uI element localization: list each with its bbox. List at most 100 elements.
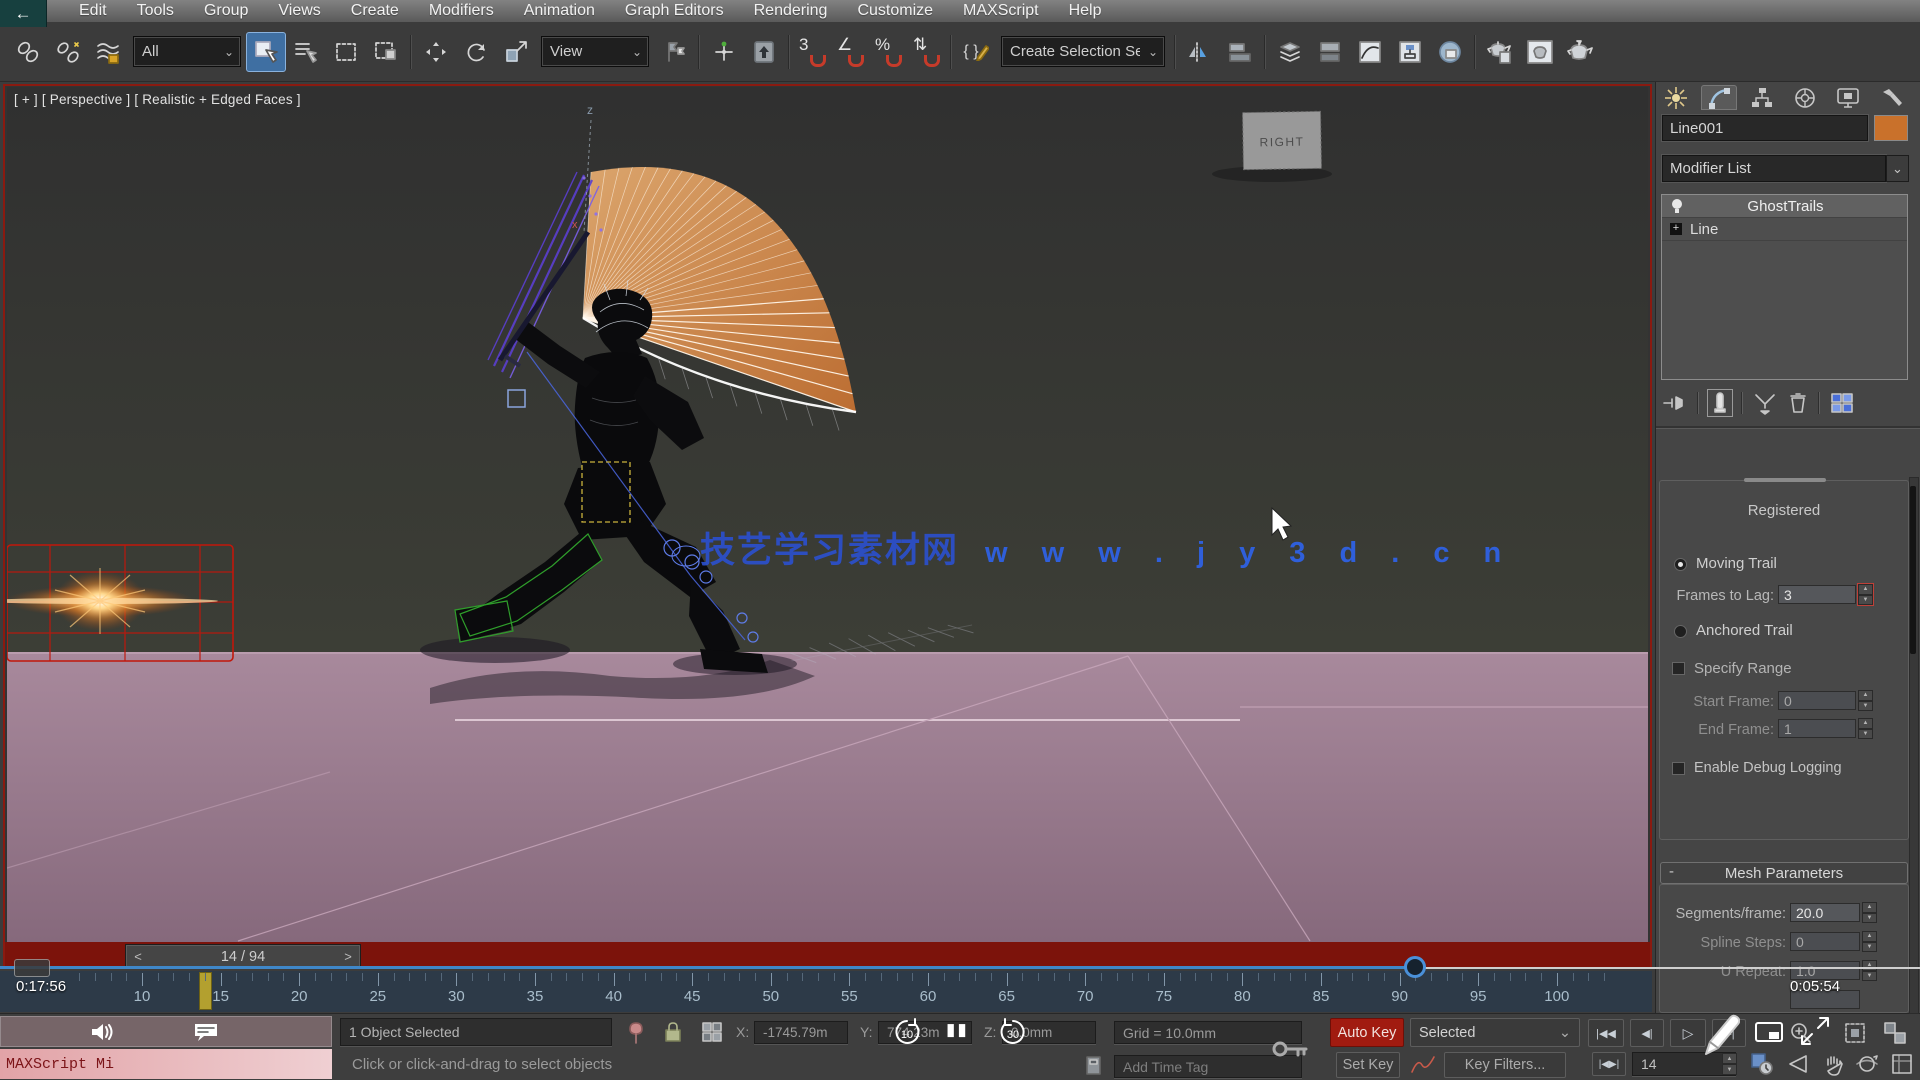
spinner-down[interactable]: ▼ (1862, 971, 1877, 982)
orbit-icon[interactable] (1854, 1052, 1880, 1080)
frames-to-lag-field[interactable]: 3 (1778, 585, 1856, 604)
render-production-icon[interactable] (1560, 32, 1600, 72)
spinner-down[interactable]: ▼ (1862, 913, 1877, 924)
stack-item-ghosttrails[interactable]: GhostTrails (1662, 195, 1907, 218)
pause-icon[interactable]: ▮▮ (946, 1020, 969, 1040)
curve-editor-icon[interactable] (1350, 32, 1390, 72)
moving-trail-label[interactable]: Moving Trail (1696, 555, 1777, 572)
go-to-start-button[interactable]: |◀◀ (1588, 1019, 1624, 1047)
x-coordinate-field[interactable]: -1745.79m (754, 1021, 848, 1044)
spinner-down[interactable]: ▼ (1858, 701, 1873, 712)
pip-icon[interactable] (1754, 1021, 1784, 1050)
rendered-frame-icon[interactable] (1520, 32, 1560, 72)
modifier-list-dropdown[interactable]: Modifier List (1662, 155, 1886, 182)
unlink-selection-icon[interactable] (48, 32, 88, 72)
spinner-up[interactable]: ▲ (1862, 931, 1877, 942)
end-frame-field[interactable]: 1 (1778, 719, 1856, 738)
material-editor-icon[interactable] (1430, 32, 1470, 72)
snaps-toggle-icon[interactable]: 3 (794, 33, 832, 71)
video-progress-knob[interactable] (1404, 956, 1426, 978)
schematic-view-icon[interactable] (1390, 32, 1430, 72)
next-frame-button[interactable]: > (336, 949, 360, 964)
menu-animation[interactable]: Animation (509, 2, 610, 20)
tab-create-icon[interactable] (1658, 85, 1694, 110)
pin-stack-icon[interactable] (1662, 392, 1688, 414)
previous-frame-button[interactable]: < (126, 949, 150, 964)
menu-edit[interactable]: Edit (64, 2, 122, 20)
object-color-swatch[interactable] (1874, 115, 1908, 141)
key-mode-toggle-button[interactable]: |◀▶| (1592, 1052, 1626, 1076)
skip-forward-30-icon[interactable]: 30 (996, 1017, 1030, 1054)
spinner-down[interactable]: ▼ (1722, 1064, 1737, 1075)
skip-back-10-icon[interactable]: 10 (890, 1017, 924, 1054)
use-pivot-center-icon[interactable] (654, 32, 694, 72)
fullscreen-arrows-icon[interactable] (1798, 1014, 1832, 1053)
angle-snap-icon[interactable]: ∠ (832, 33, 870, 71)
anchored-trail-label[interactable]: Anchored Trail (1696, 622, 1793, 639)
time-configuration-icon[interactable] (1750, 1052, 1774, 1080)
previous-frame-playback-button[interactable]: ◀| (1630, 1019, 1664, 1047)
edit-named-sets-icon[interactable]: { } (956, 32, 996, 72)
object-name-field[interactable]: Line001 (1662, 115, 1868, 141)
zoom-extents-all-icon[interactable] (1882, 1020, 1908, 1051)
menu-modifiers[interactable]: Modifiers (414, 2, 509, 20)
fov-icon[interactable] (1786, 1052, 1812, 1080)
anchored-trail-radio[interactable] (1674, 625, 1687, 638)
select-and-move-icon[interactable] (416, 32, 456, 72)
render-setup-icon[interactable] (1480, 32, 1520, 72)
isolate-selection-icon[interactable] (626, 1020, 646, 1051)
key-filters-button[interactable]: Key Filters... (1444, 1052, 1566, 1078)
moving-trail-radio[interactable] (1674, 558, 1687, 571)
panel-scrollbar-thumb[interactable] (1910, 486, 1916, 654)
menu-maxscript[interactable]: MAXScript (948, 2, 1054, 20)
menu-create[interactable]: Create (336, 2, 414, 20)
set-key-button[interactable]: Set Key (1336, 1052, 1400, 1078)
make-unique-icon[interactable] (1752, 391, 1778, 415)
time-slider-value[interactable]: 14 / 94 (150, 949, 336, 965)
spinner-up[interactable]: ▲ (1858, 718, 1873, 729)
tab-utilities-icon[interactable] (1873, 85, 1909, 110)
default-tangent-icon[interactable] (1410, 1054, 1436, 1080)
start-frame-field[interactable]: 0 (1778, 691, 1856, 710)
select-by-name-icon[interactable] (286, 32, 326, 72)
remove-modifier-icon[interactable] (1787, 391, 1809, 415)
modifier-stack[interactable]: GhostTrails + Line (1661, 194, 1908, 380)
tab-motion-icon[interactable] (1787, 85, 1823, 110)
u-repeat-spinner[interactable]: ▲▼ (1862, 960, 1877, 981)
video-back-button[interactable]: ← (0, 0, 47, 27)
key-mode-dropdown[interactable]: Selected⌄ (1410, 1018, 1580, 1047)
menu-rendering[interactable]: Rendering (739, 2, 843, 20)
spinner-up[interactable]: ▲ (1858, 690, 1873, 701)
reference-coordinate-dropdown[interactable]: View⌄ (541, 36, 649, 67)
video-progress-remaining[interactable] (1419, 967, 1920, 969)
start-frame-spinner[interactable]: ▲▼ (1858, 690, 1873, 711)
set-keys-icon[interactable] (1270, 1036, 1310, 1067)
menu-group[interactable]: Group (189, 2, 263, 20)
tab-modify-icon[interactable] (1701, 85, 1737, 110)
video-progress-filled[interactable] (0, 966, 1419, 969)
align-icon[interactable] (1220, 32, 1260, 72)
tab-display-icon[interactable] (1830, 85, 1866, 110)
rectangular-selection-region-icon[interactable] (326, 32, 366, 72)
specify-range-checkbox[interactable] (1672, 662, 1685, 675)
window-crossing-icon[interactable] (366, 32, 406, 72)
viewport-canvas[interactable]: z x (7, 87, 1648, 942)
expand-plus-icon[interactable]: + (1670, 223, 1682, 235)
select-and-link-icon[interactable] (8, 32, 48, 72)
percent-snap-icon[interactable]: % (870, 33, 908, 71)
spinner-down[interactable]: ▼ (1858, 595, 1873, 606)
transform-typein-icon[interactable] (700, 1020, 724, 1049)
mirror-icon[interactable] (1180, 32, 1220, 72)
pencil-icon[interactable] (1694, 1010, 1740, 1065)
graphite-ribbon-icon[interactable] (1310, 32, 1350, 72)
collapse-icon[interactable]: - (1669, 863, 1674, 880)
configure-modifier-sets-icon[interactable] (1829, 391, 1855, 415)
spinner-up[interactable]: ▲ (1858, 584, 1873, 595)
auto-key-button[interactable]: Auto Key (1330, 1018, 1404, 1047)
spline-steps-spinner[interactable]: ▲▼ (1862, 931, 1877, 952)
bulb-icon[interactable] (1670, 198, 1684, 214)
select-and-place-icon[interactable] (744, 32, 784, 72)
spline-steps-field[interactable]: 0 (1790, 932, 1860, 951)
zoom-extents-icon[interactable] (1842, 1020, 1868, 1051)
enable-debug-checkbox[interactable] (1672, 762, 1685, 775)
